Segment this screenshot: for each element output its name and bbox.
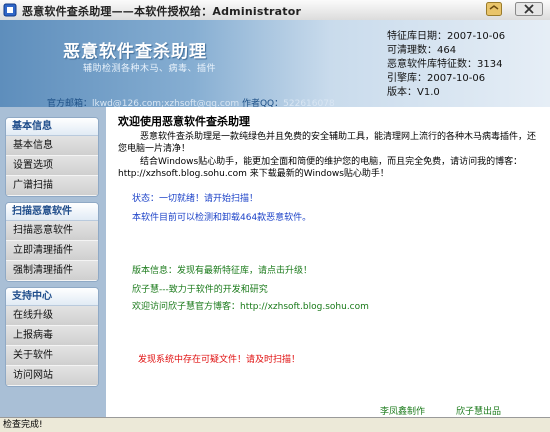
info-separator: ：	[417, 73, 427, 84]
publisher-credit: 欣子慧出品	[456, 407, 502, 417]
alert-text: 发现系统中存在可疑文件！请及时扫描！	[138, 355, 301, 365]
info-value: 464	[437, 45, 457, 56]
welcome-heading: 欢迎使用恶意软件查杀助理	[118, 115, 250, 128]
header-banner: 恶意软件查杀助理 辅助检测各种木马、病毒、插件 官方邮箱：lkwd@126.co…	[0, 20, 550, 107]
info-panel: 特征库日期：2007-10-06 可清理数：464 恶意软件库特征数：3134 引擎库…	[387, 30, 505, 100]
sidebar-item[interactable]: 访问网站	[6, 366, 98, 386]
info-separator: ：	[467, 59, 477, 70]
info-label: 特征库日期	[387, 31, 437, 42]
close-button[interactable]	[515, 2, 543, 16]
sidebar-item[interactable]: 设置选项	[6, 156, 98, 176]
sidebar-item[interactable]: 广谱扫描	[6, 176, 98, 196]
sidebar: 基本信息 基本信息 设置选项 广谱扫描 扫描恶意软件 扫描恶意软件 立即清理插件 强制清理插件…	[0, 107, 106, 417]
sidebar-item[interactable]: 强制清理插件	[6, 261, 98, 281]
status-text: 状态：一切就绪！请开始扫描！	[132, 194, 259, 204]
info-value: V1.0	[417, 87, 440, 98]
info-separator: ：	[437, 31, 447, 42]
intro-paragraph-2: 结合Windows贴心助手，能更加全面和简便的维护您的电脑，而且完全免费，请访问…	[118, 157, 523, 179]
sidebar-item[interactable]: 基本信息	[6, 136, 98, 156]
email-value: lkwd@126.com;xzhsoft@qq.com	[92, 99, 240, 107]
logo-title: 恶意软件查杀助理	[63, 42, 207, 62]
info-value: 3134	[477, 59, 503, 70]
qq-label: 作者QQ：	[241, 99, 284, 107]
detection-count-text: 本软件目前可以检测和卸载464款恶意软件。	[132, 213, 312, 223]
info-value: 2007-10-06	[447, 31, 506, 42]
info-label: 版本	[387, 87, 407, 98]
sidebar-group: 支持中心 在线升级 上报病毒 关于软件 访问网站	[5, 287, 99, 387]
sidebar-group-title[interactable]: 基本信息	[6, 118, 98, 136]
info-label: 恶意软件库特征数	[387, 59, 467, 70]
sidebar-group-title[interactable]: 支持中心	[6, 288, 98, 306]
info-row: 特征库日期：2007-10-06	[387, 30, 505, 44]
email-label: 官方邮箱：	[47, 99, 93, 107]
title-bar: 恶意软件查杀助理——本软件授权给：Administrator	[0, 0, 550, 21]
window-title: 恶意软件查杀助理——本软件授权给：Administrator	[22, 5, 302, 18]
info-value: 2007-10-06	[427, 73, 486, 84]
status-bar-text: 检查完成!	[3, 420, 43, 430]
sidebar-item[interactable]: 扫描恶意软件	[6, 221, 98, 241]
thanks-text: 欣子慧---致力于软件的开发和研究	[132, 285, 268, 295]
slogan: 辅助检测各种木马、病毒、插件	[83, 64, 217, 74]
sidebar-group-title[interactable]: 扫描恶意软件	[6, 203, 98, 221]
qq-value: 522616078	[283, 99, 335, 107]
info-separator: ：	[427, 45, 437, 56]
info-row: 引擎库：2007-10-06	[387, 72, 505, 86]
info-row: 可清理数：464	[387, 44, 505, 58]
minimize-button[interactable]	[486, 2, 502, 16]
version-info-link[interactable]: 版本信息：发现有最新特征库，请点击升级！	[132, 263, 312, 276]
sidebar-item[interactable]: 立即清理插件	[6, 241, 98, 261]
sidebar-group: 扫描恶意软件 扫描恶意软件 立即清理插件 强制清理插件	[5, 202, 99, 282]
info-label: 可清理数	[387, 45, 427, 56]
info-separator: ：	[407, 87, 417, 98]
sidebar-group: 基本信息 基本信息 设置选项 广谱扫描	[5, 117, 99, 197]
info-label: 引擎库	[387, 73, 417, 84]
status-bar: 检查完成!	[0, 417, 550, 432]
main-content: 欢迎使用恶意软件查杀助理 恶意软件查杀助理是一款纯绿色并且免费的安全辅助工具，能…	[110, 107, 550, 417]
info-row: 版本：V1.0	[387, 86, 505, 100]
info-row: 恶意软件库特征数：3134	[387, 58, 505, 72]
sidebar-item[interactable]: 在线升级	[6, 306, 98, 326]
app-icon	[3, 3, 17, 17]
contact-line: 官方邮箱：lkwd@126.com;xzhsoft@qq.com 作者QQ：52…	[47, 96, 335, 107]
blog-link[interactable]: 欢迎访问欣子慧官方博客：http://xzhsoft.blog.sohu.com	[132, 299, 369, 312]
intro-paragraph: 恶意软件查杀助理是一款纯绿色并且免费的安全辅助工具，能清理网上流行的各种木马病毒…	[118, 132, 537, 154]
sidebar-item[interactable]: 关于软件	[6, 346, 98, 366]
author-credit: 李凤鑫制作	[380, 407, 426, 417]
sidebar-item[interactable]: 上报病毒	[6, 326, 98, 346]
